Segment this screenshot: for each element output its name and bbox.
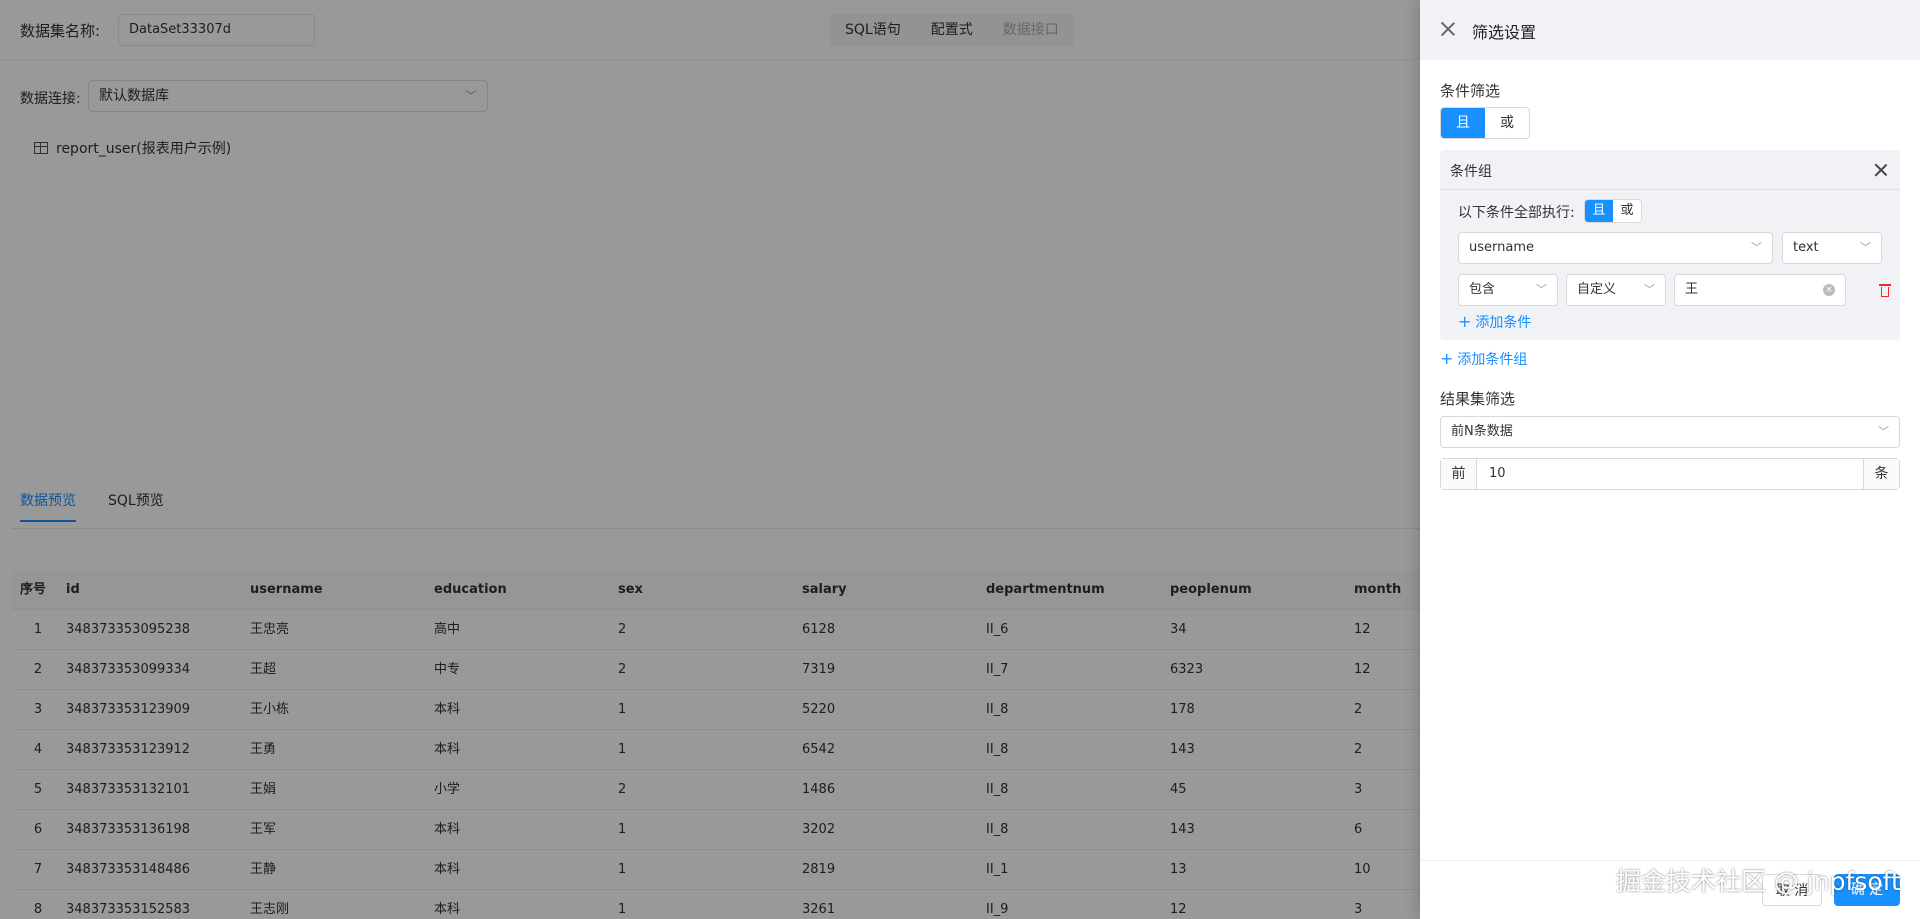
condition-group-title: 条件组 bbox=[1450, 164, 1492, 180]
delete-icon[interactable] bbox=[1878, 282, 1892, 298]
result-filter-title: 结果集筛选 bbox=[1440, 390, 1516, 408]
watermark: 掘金技术社区 @ jnpfsoft bbox=[1616, 867, 1901, 896]
filter-settings-drawer: 筛选设置 条件筛选 且 或 条件组 以下条件全部执行: 且 或 username… bbox=[1420, 0, 1920, 919]
suffix-addon: 条 bbox=[1863, 459, 1899, 489]
condition-group: 条件组 以下条件全部执行: 且 或 username ﹀ text ﹀ 包含 ﹀… bbox=[1440, 150, 1900, 340]
chevron-down-icon: ﹀ bbox=[1644, 283, 1655, 296]
result-mode-value: 前N条数据 bbox=[1451, 424, 1513, 439]
condition-filter-title: 条件筛选 bbox=[1440, 82, 1501, 100]
plus-icon: + bbox=[1458, 312, 1472, 331]
result-mode-select[interactable]: 前N条数据 ﹀ bbox=[1440, 416, 1900, 448]
chevron-down-icon: ﹀ bbox=[1751, 241, 1762, 254]
drawer-title: 筛选设置 bbox=[1472, 23, 1537, 42]
field-select-value: username bbox=[1469, 240, 1534, 255]
add-condition-label: 添加条件 bbox=[1475, 315, 1532, 331]
logic-and-button[interactable]: 且 bbox=[1441, 108, 1485, 138]
close-icon[interactable] bbox=[1874, 163, 1888, 177]
exec-label: 以下条件全部执行: bbox=[1458, 205, 1575, 221]
add-group-button[interactable]: + 添加条件组 bbox=[1440, 349, 1527, 369]
plus-icon: + bbox=[1440, 349, 1454, 368]
field-select[interactable]: username ﹀ bbox=[1458, 232, 1773, 264]
add-group-label: 添加条件组 bbox=[1457, 352, 1528, 368]
top-logic-toggle: 且 或 bbox=[1440, 107, 1530, 139]
logic-or-button[interactable]: 或 bbox=[1485, 108, 1529, 138]
value-mode-select[interactable]: 自定义 ﹀ bbox=[1566, 274, 1666, 306]
type-select[interactable]: text ﹀ bbox=[1782, 232, 1882, 264]
condition-value-input[interactable]: 王 × bbox=[1674, 274, 1846, 306]
chevron-down-icon: ﹀ bbox=[1878, 425, 1889, 438]
condition-value: 王 bbox=[1685, 282, 1699, 297]
add-condition-button[interactable]: + 添加条件 bbox=[1458, 312, 1531, 332]
chevron-down-icon: ﹀ bbox=[1860, 241, 1871, 254]
group-and-button[interactable]: 且 bbox=[1585, 200, 1613, 222]
operator-select-value: 包含 bbox=[1469, 282, 1496, 297]
drawer-header: 筛选设置 bbox=[1420, 0, 1920, 60]
clear-icon[interactable]: × bbox=[1823, 284, 1835, 296]
top-n-count-input[interactable]: 10 bbox=[1477, 459, 1863, 489]
group-or-button[interactable]: 或 bbox=[1613, 200, 1641, 222]
value-mode-select-value: 自定义 bbox=[1577, 282, 1617, 297]
operator-select[interactable]: 包含 ﹀ bbox=[1458, 274, 1558, 306]
chevron-down-icon: ﹀ bbox=[1536, 283, 1547, 296]
top-n-input-group: 前 10 条 bbox=[1440, 458, 1900, 490]
prefix-addon: 前 bbox=[1441, 459, 1477, 489]
type-select-value: text bbox=[1793, 240, 1819, 255]
close-icon[interactable] bbox=[1440, 21, 1456, 37]
group-logic-toggle: 且 或 bbox=[1584, 199, 1642, 223]
condition-group-header: 条件组 bbox=[1440, 150, 1900, 190]
